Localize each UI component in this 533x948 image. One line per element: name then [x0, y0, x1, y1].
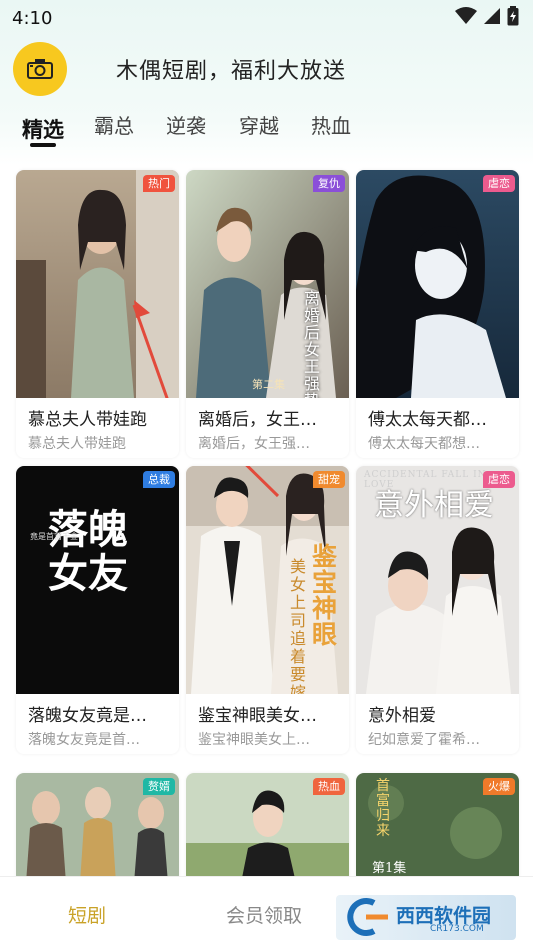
status-time: 4:10: [12, 7, 53, 29]
nav-item-membership[interactable]: 会员领取: [226, 901, 302, 928]
drama-poster: 赘婿: [16, 773, 179, 883]
nav-item-dramas[interactable]: 短剧: [68, 901, 106, 928]
drama-card[interactable]: 离婚后女王强势归 第二集 复仇 离婚后，女王… 离婚后，女王强…: [186, 170, 349, 458]
drama-title: 落魄女友竟是…: [28, 706, 147, 726]
genre-badge: 虐恋: [483, 471, 515, 488]
drama-poster: 离婚后女王强势归 第二集 复仇: [186, 170, 349, 398]
genre-badge: 甜宠: [313, 471, 345, 488]
drama-poster: ACCIDENTAL FALL IN LOVE 意外相爱 虐恋: [356, 466, 519, 694]
drama-card[interactable]: ACCIDENTAL FALL IN LOVE 意外相爱 虐恋 意外相爱 纪如意…: [356, 466, 519, 754]
drama-subtitle: 离婚后，女王强…: [198, 436, 310, 452]
header-title: 木偶短剧，福利大放送: [116, 59, 347, 84]
watermark-subtext: CR173.COM: [430, 924, 484, 934]
poster-title-text: 离婚后女王强势归: [304, 289, 321, 398]
drama-title: 离婚后，女王…: [198, 410, 317, 430]
battery-icon: [507, 6, 519, 26]
genre-badge: 赘婿: [143, 778, 175, 795]
drama-poster: 首富归来 第1集 火爆: [356, 773, 519, 883]
drama-subtitle: 纪如意爱了霍希…: [368, 732, 480, 748]
drama-title: 鉴宝神眼美女…: [198, 706, 317, 726]
poster-title-text: 首富归来: [376, 778, 390, 839]
drama-card[interactable]: 赘婿: [16, 773, 179, 883]
camera-icon: [27, 59, 53, 79]
category-tabs: 精选 霸总 逆袭 穿越 热血: [0, 104, 533, 148]
wifi-icon: [455, 7, 477, 24]
drama-title: 傅太太每天都…: [368, 410, 487, 430]
poster-tagline-text: 竟是首富千金: [30, 532, 78, 541]
poster-tagline-text: 美女上司追着要嫁: [290, 557, 307, 695]
genre-badge: 虐恋: [483, 175, 515, 192]
app-logo[interactable]: [13, 42, 67, 96]
drama-subtitle: 傅太太每天都想…: [368, 436, 480, 452]
genre-badge: 总裁: [143, 471, 175, 488]
tab-time-travel[interactable]: 穿越: [239, 110, 279, 139]
drama-card[interactable]: 落魄女友 竟是首富千金 总裁 落魄女友竟是… 落魄女友竟是首…: [16, 466, 179, 754]
drama-poster: 虐恋: [356, 170, 519, 398]
drama-card[interactable]: 首富归来 第1集 火爆: [356, 773, 519, 883]
drama-card[interactable]: 热血: [186, 773, 349, 883]
tab-domineering-ceo[interactable]: 霸总: [94, 110, 134, 139]
signal-icon: [484, 8, 500, 24]
poster-episode-text: 第1集: [372, 861, 407, 876]
poster-episode-text: 第二集: [252, 378, 285, 391]
drama-poster: 热门: [16, 170, 179, 398]
genre-badge: 热血: [313, 778, 345, 795]
drama-poster: 鉴宝神眼 美女上司追着要嫁 甜宠: [186, 466, 349, 694]
genre-badge: 热门: [143, 175, 175, 192]
genre-badge: 复仇: [313, 175, 345, 192]
drama-poster: 热血: [186, 773, 349, 883]
drama-card[interactable]: 虐恋 傅太太每天都… 傅太太每天都想…: [356, 170, 519, 458]
status-bar: 4:10: [0, 0, 533, 36]
drama-title: 慕总夫人带娃跑: [28, 410, 147, 430]
poster-title-text: 落魄女友: [48, 507, 128, 597]
drama-title: 意外相爱: [368, 706, 436, 726]
tab-action[interactable]: 热血: [311, 110, 351, 139]
header: 木偶短剧，福利大放送: [0, 40, 533, 100]
poster-title-text: 鉴宝神眼: [312, 542, 338, 649]
drama-poster: 落魄女友 竟是首富千金 总裁: [16, 466, 179, 694]
tab-comeback[interactable]: 逆袭: [166, 110, 206, 139]
watermark-logo-icon: [347, 898, 388, 936]
watermark: 西西软件园 CR173.COM: [336, 895, 516, 940]
drama-card[interactable]: 鉴宝神眼 美女上司追着要嫁 甜宠 鉴宝神眼美女… 鉴宝神眼美女上…: [186, 466, 349, 754]
status-icons: [455, 6, 519, 26]
genre-badge: 火爆: [483, 778, 515, 795]
drama-subtitle: 慕总夫人带娃跑: [28, 436, 126, 452]
tab-active-indicator: [30, 143, 56, 147]
tab-featured[interactable]: 精选: [22, 114, 64, 144]
drama-subtitle: 鉴宝神眼美女上…: [198, 732, 310, 748]
drama-subtitle: 落魄女友竟是首…: [28, 732, 140, 748]
poster-title-text: 意外相爱: [374, 488, 494, 523]
drama-card[interactable]: 热门 慕总夫人带娃跑 慕总夫人带娃跑: [16, 170, 179, 458]
